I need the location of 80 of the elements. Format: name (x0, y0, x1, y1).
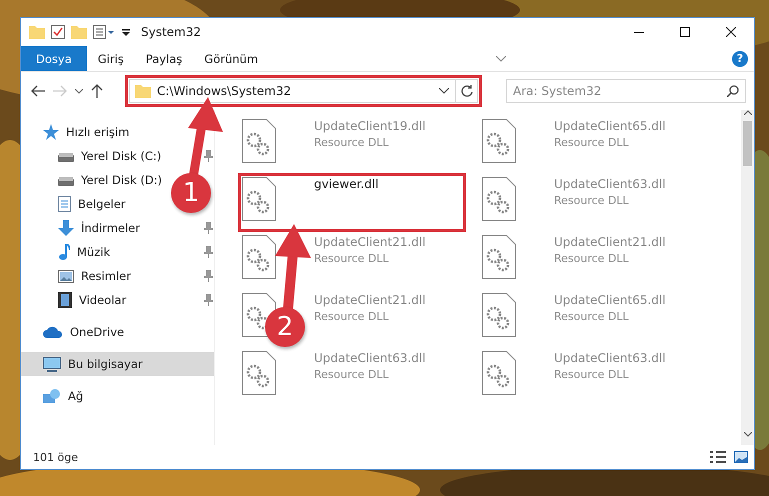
dll-file-icon (242, 177, 276, 221)
large-icons-view-icon (734, 450, 748, 462)
file-type: Resource DLL (554, 310, 630, 323)
dll-file-icon (482, 235, 516, 279)
refresh-icon (460, 85, 472, 97)
up-arrow-icon (91, 84, 103, 98)
dll-file-icon (242, 119, 276, 163)
ribbon-tab[interactable]: Dosya (21, 46, 87, 71)
sidebar-item[interactable]: Hızlı erişim (21, 120, 130, 144)
file-name[interactable]: gviewer.dll (314, 177, 379, 191)
file-type: Resource DLL (314, 136, 390, 149)
dll-file-icon (242, 351, 276, 395)
window-title: System32 (141, 25, 202, 39)
caret-icon (75, 88, 83, 94)
sidebar-item[interactable]: İndirmeler (21, 216, 214, 240)
file-type: Resource DLL (314, 252, 390, 265)
document-icon (58, 196, 71, 212)
file-type: Resource DLL (314, 310, 390, 323)
sidebar-item[interactable]: Resimler (21, 264, 214, 288)
folder-icon (29, 25, 45, 39)
file-type: Resource DLL (554, 136, 630, 149)
picture-icon (58, 270, 74, 282)
ribbon-tab[interactable]: Giriş (86, 46, 135, 71)
ribbon-tab[interactable]: Görünüm (193, 46, 270, 71)
pin-icon (203, 246, 213, 258)
maximize-icon (680, 27, 690, 37)
film-icon (58, 292, 72, 308)
left-arrow-icon (31, 85, 45, 97)
dll-file-icon (482, 177, 516, 221)
scroll-up-icon (744, 110, 752, 115)
dll-file-icon (242, 235, 276, 279)
checklist-icon (51, 25, 65, 39)
sidebar-item[interactable]: Bu bilgisayar (21, 352, 214, 376)
network-icon (43, 388, 61, 404)
customize-caret-icon (121, 27, 131, 37)
help-button[interactable]: ? (732, 50, 748, 66)
up-button[interactable] (91, 84, 103, 98)
back-button[interactable] (31, 85, 45, 97)
dll-file-icon (482, 119, 516, 163)
item-count: 101 öge (33, 450, 78, 464)
recent-locations-button[interactable] (75, 88, 83, 94)
scrollbar-thumb[interactable] (743, 121, 752, 166)
properties-icon (93, 25, 115, 39)
file-type: Resource DLL (554, 252, 630, 265)
search-icon (727, 85, 739, 97)
file-type: Resource DLL (314, 368, 390, 381)
drive-icon (58, 150, 74, 162)
drive-icon (58, 174, 74, 186)
down-arrow-icon (58, 220, 74, 236)
monitor-icon (43, 356, 61, 372)
sidebar-item[interactable]: Ağ (21, 384, 84, 408)
dll-file-icon (482, 293, 516, 337)
pin-icon (203, 150, 213, 162)
search-field[interactable]: Ara: System32 (506, 79, 746, 103)
expand-ribbon-icon (496, 56, 506, 62)
dll-file-icon (482, 351, 516, 395)
address-field[interactable]: C:\Windows\System32 (129, 79, 478, 103)
scrollbar[interactable] (741, 110, 754, 445)
star-icon (43, 124, 59, 140)
close-icon (726, 27, 736, 37)
pin-icon (203, 270, 213, 282)
pin-icon (203, 222, 213, 234)
ribbon-tab[interactable]: Paylaş (134, 46, 194, 71)
sidebar-item[interactable]: OneDrive (21, 320, 124, 344)
cloud-icon (43, 326, 63, 338)
sidebar-item[interactable]: Yerel Disk (C:) (21, 144, 214, 168)
details-view-icon (710, 450, 726, 464)
file-type: Resource DLL (554, 368, 630, 381)
sidebar-item[interactable]: Videolar (21, 288, 214, 312)
scroll-down-icon (744, 432, 752, 437)
sidebar-item[interactable]: Yerel Disk (D:) (21, 168, 162, 192)
music-note-icon (58, 244, 70, 260)
right-arrow-icon (53, 85, 67, 97)
pin-icon (203, 294, 213, 306)
sidebar-item[interactable]: Müzik (21, 240, 214, 264)
file-type: Resource DLL (554, 194, 630, 207)
folder-icon (135, 84, 151, 98)
folder-icon (71, 25, 87, 39)
chevron-down-icon (439, 88, 449, 94)
sidebar-item[interactable]: Belgeler (21, 192, 126, 216)
